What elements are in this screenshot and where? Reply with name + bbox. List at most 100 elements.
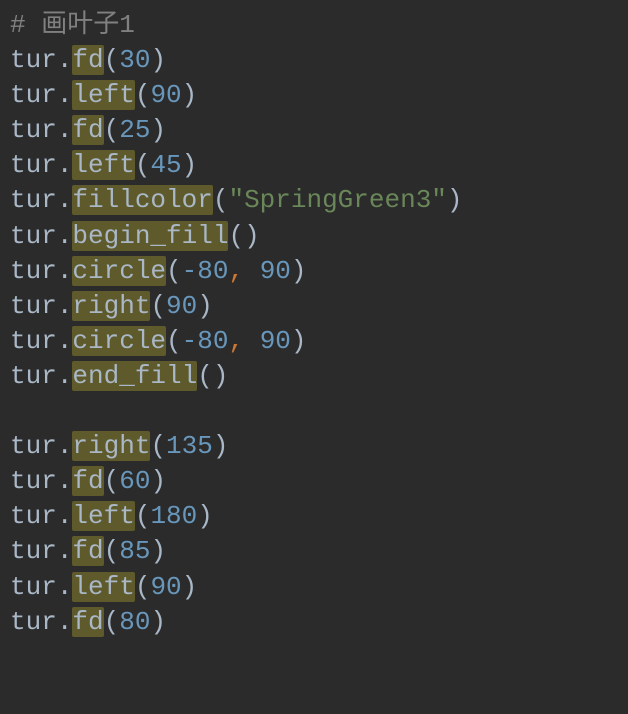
code-editor[interactable]: # 画叶子1tur.fd(30)tur.left(90)tur.fd(25)tu… bbox=[0, 0, 628, 650]
token-method: fillcolor bbox=[72, 185, 212, 215]
token-paren: ) bbox=[150, 607, 166, 637]
token-paren: ( bbox=[135, 150, 151, 180]
token-dot: . bbox=[57, 431, 73, 461]
token-number: -80 bbox=[182, 326, 229, 356]
token-dot: . bbox=[57, 361, 73, 391]
token-number: 180 bbox=[150, 501, 197, 531]
token-method: left bbox=[72, 150, 134, 180]
token-paren: ) bbox=[213, 361, 229, 391]
token-ident: tur bbox=[10, 326, 57, 356]
token-dot: . bbox=[57, 45, 73, 75]
token-comma: , bbox=[228, 256, 244, 286]
token-dot: . bbox=[57, 501, 73, 531]
token-method: begin_fill bbox=[72, 221, 228, 251]
token-ident: tur bbox=[10, 150, 57, 180]
token-ident: tur bbox=[10, 536, 57, 566]
code-line[interactable]: tur.right(135) bbox=[10, 429, 618, 464]
token-dot: . bbox=[57, 150, 73, 180]
token-number: 90 bbox=[150, 572, 181, 602]
token-ident: tur bbox=[10, 361, 57, 391]
token-number: 45 bbox=[150, 150, 181, 180]
code-line[interactable]: tur.right(90) bbox=[10, 289, 618, 324]
token-ident: tur bbox=[10, 466, 57, 496]
token-paren: ) bbox=[291, 256, 307, 286]
token-ident: tur bbox=[10, 501, 57, 531]
token-paren: ) bbox=[244, 221, 260, 251]
token-number: 80 bbox=[119, 607, 150, 637]
token-paren: ) bbox=[213, 431, 229, 461]
token-method: fd bbox=[72, 45, 103, 75]
token-number: 60 bbox=[119, 466, 150, 496]
token-method: left bbox=[72, 572, 134, 602]
token-paren: ) bbox=[182, 80, 198, 110]
code-line[interactable]: tur.fillcolor("SpringGreen3") bbox=[10, 183, 618, 218]
token-paren: ( bbox=[104, 536, 120, 566]
token-paren: ) bbox=[197, 291, 213, 321]
token-dot: . bbox=[57, 572, 73, 602]
code-line[interactable]: tur.fd(85) bbox=[10, 534, 618, 569]
token-ident bbox=[244, 326, 260, 356]
token-paren: ( bbox=[228, 221, 244, 251]
token-method: end_fill bbox=[72, 361, 197, 391]
token-number: 85 bbox=[119, 536, 150, 566]
code-line[interactable]: tur.fd(80) bbox=[10, 605, 618, 640]
code-line[interactable]: tur.circle(-80, 90) bbox=[10, 324, 618, 359]
token-paren: ( bbox=[104, 115, 120, 145]
token-paren: ) bbox=[182, 572, 198, 602]
token-method: fd bbox=[72, 536, 103, 566]
token-ident: tur bbox=[10, 185, 57, 215]
token-number: 30 bbox=[119, 45, 150, 75]
token-ident: tur bbox=[10, 607, 57, 637]
token-method: right bbox=[72, 291, 150, 321]
token-comment: # 画叶子1 bbox=[10, 10, 135, 40]
token-method: right bbox=[72, 431, 150, 461]
code-line[interactable]: tur.left(180) bbox=[10, 499, 618, 534]
token-method: fd bbox=[72, 115, 103, 145]
token-number: 90 bbox=[260, 256, 291, 286]
code-line[interactable]: tur.end_fill() bbox=[10, 359, 618, 394]
token-number: 90 bbox=[260, 326, 291, 356]
token-dot: . bbox=[57, 185, 73, 215]
token-number: 25 bbox=[119, 115, 150, 145]
code-line[interactable]: tur.left(45) bbox=[10, 148, 618, 183]
token-dot: . bbox=[57, 221, 73, 251]
token-paren: ) bbox=[291, 326, 307, 356]
token-paren: ( bbox=[150, 291, 166, 321]
code-line[interactable]: tur.left(90) bbox=[10, 78, 618, 113]
code-line[interactable]: tur.fd(30) bbox=[10, 43, 618, 78]
token-ident bbox=[244, 256, 260, 286]
token-paren: ( bbox=[150, 431, 166, 461]
code-line[interactable]: # 画叶子1 bbox=[10, 8, 618, 43]
token-ident: tur bbox=[10, 45, 57, 75]
token-ident: tur bbox=[10, 115, 57, 145]
token-paren: ( bbox=[135, 572, 151, 602]
token-ident: tur bbox=[10, 80, 57, 110]
code-line[interactable]: tur.fd(25) bbox=[10, 113, 618, 148]
token-ident: tur bbox=[10, 431, 57, 461]
token-method: circle bbox=[72, 326, 166, 356]
token-method: left bbox=[72, 80, 134, 110]
token-ident bbox=[10, 396, 26, 426]
token-number: -80 bbox=[182, 256, 229, 286]
token-number: 135 bbox=[166, 431, 213, 461]
token-comma: , bbox=[228, 326, 244, 356]
code-line[interactable]: tur.left(90) bbox=[10, 570, 618, 605]
token-paren: ) bbox=[447, 185, 463, 215]
code-line[interactable]: tur.circle(-80, 90) bbox=[10, 254, 618, 289]
code-line[interactable] bbox=[10, 394, 618, 429]
token-paren: ( bbox=[135, 80, 151, 110]
token-dot: . bbox=[57, 466, 73, 496]
token-paren: ) bbox=[150, 115, 166, 145]
token-paren: ( bbox=[104, 466, 120, 496]
token-dot: . bbox=[57, 256, 73, 286]
token-method: fd bbox=[72, 466, 103, 496]
token-method: fd bbox=[72, 607, 103, 637]
token-paren: ) bbox=[150, 466, 166, 496]
token-ident: tur bbox=[10, 572, 57, 602]
token-paren: ( bbox=[166, 326, 182, 356]
code-line[interactable]: tur.fd(60) bbox=[10, 464, 618, 499]
token-paren: ) bbox=[150, 536, 166, 566]
token-paren: ( bbox=[197, 361, 213, 391]
code-line[interactable]: tur.begin_fill() bbox=[10, 219, 618, 254]
token-paren: ) bbox=[150, 45, 166, 75]
